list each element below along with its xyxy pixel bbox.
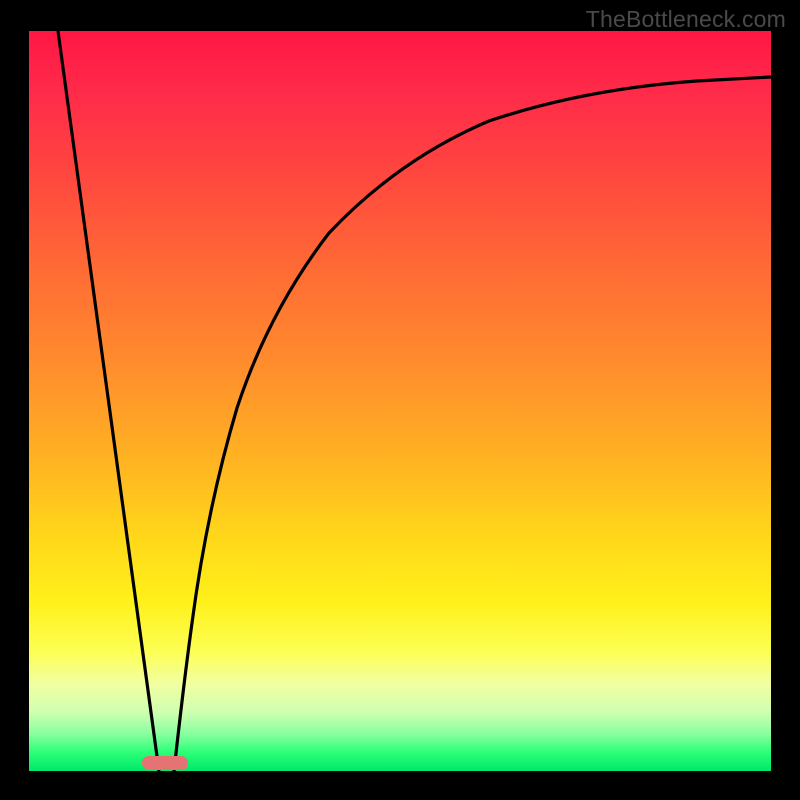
curve-left-segment: [58, 31, 159, 771]
chart-frame: TheBottleneck.com: [0, 0, 800, 800]
plot-area: [29, 31, 771, 771]
watermark-text: TheBottleneck.com: [586, 6, 786, 33]
bottleneck-marker: [142, 756, 188, 770]
bottleneck-curve: [29, 31, 771, 771]
curve-right-segment: [174, 77, 771, 771]
